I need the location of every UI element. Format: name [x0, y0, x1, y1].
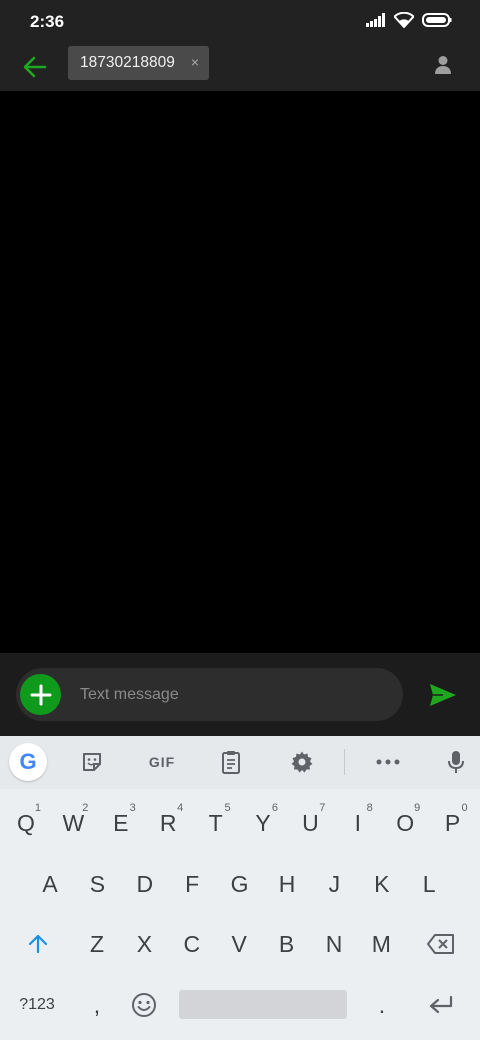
status-time: 2:36	[30, 12, 65, 31]
key-f[interactable]: F	[169, 859, 215, 909]
key-y[interactable]: Y6	[240, 798, 286, 848]
key-p[interactable]: P0	[430, 798, 476, 848]
compose-field	[16, 668, 403, 721]
shift-key[interactable]	[15, 919, 61, 969]
send-button[interactable]	[428, 680, 458, 710]
key-h[interactable]: H	[264, 859, 310, 909]
comma-key[interactable]: ,	[74, 980, 120, 1030]
emoji-icon	[132, 993, 156, 1017]
key-label: O	[396, 809, 415, 836]
gif-button[interactable]: GIF	[142, 744, 182, 780]
key-number-hint: 1	[34, 802, 41, 814]
settings-button[interactable]	[284, 744, 320, 780]
key-c[interactable]: C	[169, 919, 215, 969]
key-label: U	[302, 809, 319, 836]
voice-input-button[interactable]	[438, 744, 474, 780]
key-i[interactable]: I8	[335, 798, 381, 848]
key-j[interactable]: J	[311, 859, 357, 909]
status-bar: 2:36	[0, 0, 480, 44]
add-attachment-button[interactable]	[20, 674, 61, 715]
back-button[interactable]	[18, 50, 52, 84]
sticker-button[interactable]	[74, 744, 110, 780]
key-t[interactable]: T5	[193, 798, 239, 848]
back-arrow-icon	[23, 56, 47, 78]
key-label: Q	[17, 809, 35, 836]
key-number-hint: 6	[271, 802, 278, 814]
key-r[interactable]: R4	[145, 798, 191, 848]
key-label: E	[113, 809, 129, 836]
key-e[interactable]: E3	[98, 798, 144, 848]
key-x[interactable]: X	[121, 919, 167, 969]
conversation-area	[0, 91, 480, 653]
key-label: W	[62, 809, 85, 836]
status-icons	[366, 11, 452, 33]
clipboard-button[interactable]	[213, 744, 249, 780]
key-number-hint: 3	[129, 802, 136, 814]
emoji-key[interactable]	[121, 980, 167, 1030]
compose-bar	[0, 653, 480, 736]
app-bar: 18730218809 ×	[0, 44, 480, 91]
keyboard-toolbar: G GIF	[0, 736, 480, 789]
more-button[interactable]	[370, 744, 406, 780]
key-u[interactable]: U7	[287, 798, 333, 848]
gif-label: GIF	[148, 754, 176, 770]
key-k[interactable]: K	[359, 859, 405, 909]
key-number-hint: 9	[414, 802, 421, 814]
google-icon: G	[19, 749, 37, 774]
key-q[interactable]: Q1	[3, 798, 49, 848]
key-label: I	[354, 809, 361, 836]
microphone-icon	[448, 751, 464, 773]
clipboard-icon	[222, 751, 240, 774]
spacebar[interactable]	[179, 990, 347, 1019]
key-number-hint: 5	[224, 802, 231, 814]
key-a[interactable]: A	[27, 859, 73, 909]
person-icon	[435, 56, 451, 74]
key-o[interactable]: O9	[382, 798, 428, 848]
text-message-input[interactable]	[80, 683, 380, 707]
key-number-hint: 4	[177, 802, 184, 814]
contact-button[interactable]	[428, 50, 458, 80]
battery-icon	[422, 13, 452, 32]
enter-key[interactable]	[418, 980, 464, 1030]
key-m[interactable]: M	[358, 919, 404, 969]
key-l[interactable]: L	[406, 859, 452, 909]
google-search-button[interactable]: G	[9, 743, 47, 781]
key-g[interactable]: G	[217, 859, 263, 909]
signal-icon	[366, 13, 386, 32]
key-label: T	[208, 809, 223, 836]
backspace-key[interactable]	[418, 919, 464, 969]
key-number-hint: 7	[319, 802, 326, 814]
keyboard: G GIF Q1W2E3R4T5Y6U7I8O9P0 ASDFGHJKL ZXC…	[0, 736, 480, 1040]
key-b[interactable]: B	[264, 919, 310, 969]
shift-arrow-icon	[28, 934, 48, 954]
recipient-number: 18730218809	[80, 54, 175, 71]
more-icon	[376, 759, 400, 765]
key-d[interactable]: D	[122, 859, 168, 909]
key-v[interactable]: V	[216, 919, 262, 969]
key-number-hint: 2	[82, 802, 89, 814]
gear-icon	[291, 751, 313, 773]
chip-close-icon[interactable]: ×	[191, 54, 199, 70]
key-s[interactable]: S	[74, 859, 120, 909]
period-key[interactable]: .	[359, 980, 405, 1030]
enter-icon	[429, 995, 453, 1014]
key-n[interactable]: N	[311, 919, 357, 969]
recipient-chip[interactable]: 18730218809 ×	[68, 46, 209, 80]
key-z[interactable]: Z	[74, 919, 120, 969]
send-icon	[430, 684, 456, 706]
key-label: R	[159, 809, 177, 836]
key-w[interactable]: W2	[50, 798, 96, 848]
sticker-icon	[83, 753, 101, 771]
key-label: P	[444, 809, 461, 836]
key-label: Y	[255, 809, 271, 836]
toolbar-divider	[344, 749, 345, 775]
wifi-icon	[393, 11, 415, 33]
key-number-hint: 0	[461, 802, 468, 814]
key-number-hint: 8	[366, 802, 373, 814]
backspace-icon	[427, 934, 454, 954]
symbols-key[interactable]: ?123	[14, 980, 60, 1030]
plus-icon	[30, 684, 51, 705]
